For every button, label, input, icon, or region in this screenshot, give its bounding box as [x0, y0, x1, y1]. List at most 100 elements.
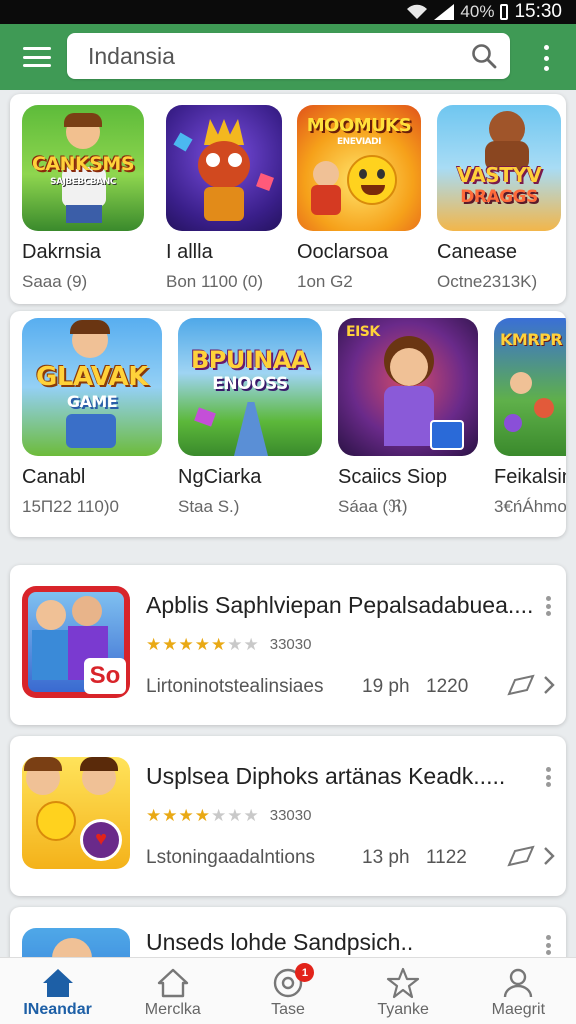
app-icon-title: CANKSMS [31, 153, 135, 175]
bottom-navigation: INeandar Merclka 1 Tase Tyanke Maegrit [0, 957, 576, 1024]
list-item-more-icon[interactable] [545, 596, 551, 616]
nav-item-home[interactable]: INeandar [0, 958, 115, 1024]
nav-label: Merclka [144, 1001, 201, 1018]
list-item-more-icon[interactable] [545, 935, 551, 955]
rating: ★ ★ ★ ★ ★ ★ ★ 33030 [146, 807, 311, 824]
star-icon [387, 967, 420, 999]
list-item-more-icon[interactable] [545, 767, 551, 787]
app-icon-title: KMRPR [500, 330, 563, 349]
list-item-title: Apblis Saphlviepan Pepalsadabuea.... [146, 592, 534, 618]
app-icon-subtitle: GAME [66, 392, 118, 411]
app-tile[interactable]: MOOMUKS ENEVIADI Ooclarsoa 1on G2 [297, 105, 421, 292]
list-item-count: 1122 [426, 847, 467, 868]
app-tile[interactable]: EISK Scaiics Siop Sáaa (ℜ) [338, 318, 478, 517]
rating-count: 33030 [269, 807, 312, 824]
nav-item-tase[interactable]: 1 Tase [230, 958, 345, 1024]
app-icon-image: MOOMUKS ENEVIADI [297, 105, 421, 231]
app-icon-title: EISK [346, 324, 380, 340]
home-outline-icon [157, 968, 188, 998]
nav-label: Maegrit [491, 1001, 546, 1018]
app-icon-image: KMRPR [494, 318, 566, 456]
rating: ★ ★ ★ ★ ★ ★ ★ 33030 [146, 636, 311, 653]
app-meta: 1on G2 [297, 272, 353, 291]
list-item-icon-badge: So [84, 658, 126, 694]
chevron-right-icon[interactable] [542, 674, 556, 696]
star-icon: ★ [178, 635, 194, 654]
share-icon[interactable] [507, 674, 535, 696]
app-name: Feikalsin [494, 466, 566, 488]
app-icon-image [166, 105, 282, 231]
search-box[interactable] [67, 33, 510, 79]
menu-icon[interactable] [23, 47, 51, 67]
app-meta: 15П22 110)0 [22, 497, 119, 516]
app-meta: Octne2313K) [437, 272, 538, 291]
list-item-icon: So [22, 586, 130, 698]
app-name: NgCiarka [178, 466, 262, 488]
star-icon: ★ [211, 635, 227, 654]
list-item-title: Usplsea Diphoks artänas Keadk..... [146, 763, 506, 789]
app-tile[interactable]: I allla Bon 1100 (0) [166, 105, 282, 292]
star-icon: ★ [194, 635, 210, 654]
nav-label: Tase [271, 1001, 305, 1018]
list-item[interactable]: So Apblis Saphlviepan Pepalsadabuea.... … [10, 565, 566, 725]
app-icon-subtitle: DRAGGS [460, 187, 538, 207]
list-item-developer: Lirtoninotstealinsiaes [146, 676, 324, 697]
app-icon-image: BPUINAA ENOOSS [178, 318, 322, 456]
list-item-count: 1220 [426, 676, 469, 697]
nav-item-merclka[interactable]: Merclka [115, 958, 230, 1024]
app-tile[interactable]: KMRPR Feikalsin 3€ńÁhmo [494, 318, 566, 517]
search-input[interactable] [88, 42, 448, 70]
star-icon: ★ [211, 806, 227, 825]
app-tile[interactable]: GLAVAK GAME Canabl 15П22 110)0 [22, 318, 162, 517]
app-icon-title: MOOMUKS [306, 115, 412, 136]
chevron-right-icon[interactable] [542, 845, 556, 867]
app-name: Canease [437, 241, 518, 263]
app-tile[interactable]: VASTYV DRAGGS Canease Octne2313K) [437, 105, 561, 292]
person-icon [504, 968, 533, 998]
star-icon: ★ [243, 635, 259, 654]
app-meta: Bon 1100 (0) [166, 272, 264, 291]
app-icon-title: GLAVAK [36, 362, 148, 392]
list-item-title: Unseds lohde Sandpsich.. [146, 929, 414, 955]
app-name: Canabl [22, 466, 86, 488]
app-icon-subtitle: ENEVIADI [337, 137, 381, 147]
star-icon: ★ [146, 806, 162, 825]
app-meta: 3€ńÁhmo [494, 497, 566, 516]
search-icon[interactable] [471, 43, 497, 69]
list-item-size: 13 ph [362, 847, 410, 868]
app-icon-title: VASTYV [456, 163, 542, 187]
list-item-icon: ♥ [22, 757, 130, 869]
app-icon-image: GLAVAK GAME [22, 318, 162, 456]
list-item[interactable]: ♥ Usplsea Diphoks artänas Keadk..... ★ ★… [10, 736, 566, 896]
share-icon[interactable] [507, 845, 535, 867]
star-icon: ★ [227, 635, 243, 654]
star-icon: ★ [178, 806, 194, 825]
app-icon-subtitle: SAJBEBCBANC [50, 177, 116, 187]
app-meta: Saaa (9) [22, 272, 88, 291]
app-icon-title: BPUINAA [190, 346, 310, 374]
featured-grid-row-2: GLAVAK GAME Canabl 15П22 110)0 BPUINAA E… [10, 311, 566, 537]
nav-label: Tyanke [377, 1001, 429, 1018]
home-icon [42, 969, 73, 997]
nav-label: INeandar [23, 1001, 92, 1018]
featured-grid-row-1: CANKSMS SAJBEBCBANC Dakrnsia Saaa (9) I … [10, 94, 566, 304]
nav-item-maegrit[interactable]: Maegrit [461, 958, 576, 1024]
battery-level: 40% [460, 2, 495, 21]
app-bar [0, 24, 576, 90]
star-icon: ★ [243, 806, 259, 825]
nav-item-tyanke[interactable]: Tyanke [346, 958, 461, 1024]
star-icon: ★ [146, 635, 162, 654]
app-tile[interactable]: CANKSMS SAJBEBCBANC Dakrnsia Saaa (9) [22, 105, 144, 292]
star-icon: ★ [162, 635, 178, 654]
app-tile[interactable]: BPUINAA ENOOSS NgCiarka Staa S.) [178, 318, 322, 517]
star-icon: ★ [227, 806, 243, 825]
app-name: Scaiics Siop [338, 466, 447, 488]
status-bar: 40% 15:30 [0, 0, 576, 24]
list-item-size: 19 ph [362, 676, 410, 697]
overflow-menu-icon[interactable] [543, 45, 549, 71]
app-meta: Staa S.) [178, 497, 240, 516]
app-meta: Sáaa (ℜ) [338, 497, 408, 516]
wifi-icon [407, 4, 428, 19]
app-name: Dakrnsia [22, 241, 101, 263]
rating-count: 33030 [269, 636, 312, 653]
